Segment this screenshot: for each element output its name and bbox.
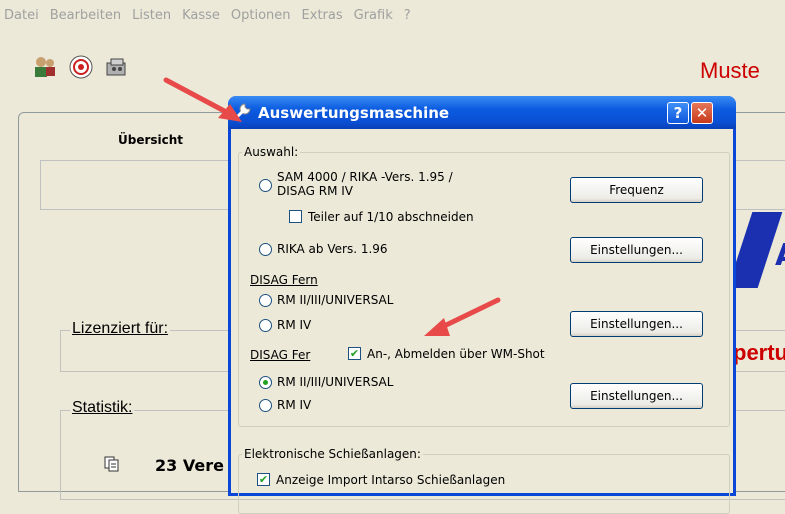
close-button[interactable]: ✕ <box>691 102 713 124</box>
disag1-rm2-radio[interactable] <box>259 294 272 307</box>
tab-uebersicht[interactable]: Übersicht <box>118 133 183 147</box>
einstellungen-button-3[interactable]: Einstellungen... <box>570 383 703 409</box>
dialog-titlebar[interactable]: Auswertungsmaschine ? ✕ <box>228 96 736 129</box>
menu-help[interactable]: ? <box>404 8 411 23</box>
teiler-label: Teiler auf 1/10 abschneiden <box>308 210 474 224</box>
sam-option[interactable]: SAM 4000 / RIKA -Vers. 1.95 / DISAG RM I… <box>259 170 453 198</box>
disag1-rm2-label: RM II/III/UNIVERSAL <box>277 293 394 307</box>
sam-radio[interactable] <box>259 179 272 192</box>
disag1-rm4-label: RM IV <box>277 318 312 332</box>
disag2-rm2-label: RM II/III/UNIVERSAL <box>277 375 394 389</box>
disag2-rm4-radio[interactable] <box>259 399 272 412</box>
disag2-opt-rm4[interactable]: RM IV <box>259 398 311 412</box>
rika-option[interactable]: RIKA ab Vers. 1.96 <box>259 242 388 256</box>
einstellungen-button-2[interactable]: Einstellungen... <box>570 311 703 337</box>
disag-fern-label-1: DISAG Fern <box>250 273 318 287</box>
auswahl-label: Auswahl: <box>242 145 301 159</box>
intarso-label: Anzeige Import Intarso Schießanlagen <box>276 473 506 487</box>
blue-fragment: A <box>775 238 785 273</box>
disag1-opt-rm2[interactable]: RM II/III/UNIVERSAL <box>259 293 393 307</box>
einstellungen-button-1-label: Einstellungen... <box>590 243 683 257</box>
intarso-checkbox[interactable]: ✔ Anzeige Import Intarso Schießanlagen <box>257 473 505 487</box>
menu-extras[interactable]: Extras <box>302 8 343 23</box>
lizenziert-label: Lizenziert für: <box>70 320 171 338</box>
rika-option-label: RIKA ab Vers. 1.96 <box>277 242 388 256</box>
lizenziert-value: pertu <box>733 340 785 365</box>
menu-grafik[interactable]: Grafik <box>354 8 393 23</box>
intarso-check-box[interactable]: ✔ <box>257 473 270 486</box>
teiler-checkbox[interactable]: Teiler auf 1/10 abschneiden <box>289 210 474 224</box>
document-icon <box>104 456 120 475</box>
menubar: Datei Bearbeiten Listen Kasse Optionen E… <box>0 0 785 30</box>
disag-fern-label-2: DISAG Fer <box>250 348 311 362</box>
disag1-rm4-radio[interactable] <box>259 319 272 332</box>
machine-icon[interactable] <box>102 52 132 82</box>
frequenz-button-label: Frequenz <box>609 183 664 197</box>
vereine-count: 23 Vere <box>155 456 224 475</box>
menu-bearbeiten[interactable]: Bearbeiten <box>50 8 121 23</box>
menu-optionen[interactable]: Optionen <box>231 8 291 23</box>
annotation-arrow-1 <box>163 77 242 122</box>
brand-title: Muste <box>700 58 760 83</box>
disag2-rm2-radio[interactable] <box>259 376 272 389</box>
einstellungen-button-3-label: Einstellungen... <box>590 389 683 403</box>
statistik-label: Statistik: <box>70 399 135 417</box>
wm-shot-check-box[interactable]: ✔ <box>348 347 361 360</box>
disag2-rm4-label: RM IV <box>277 398 312 412</box>
dialog-title: Auswertungsmaschine <box>258 103 450 122</box>
target-icon[interactable] <box>66 52 96 82</box>
sam-option-label-2: DISAG RM IV <box>277 184 353 198</box>
einstellungen-button-2-label: Einstellungen... <box>590 317 683 331</box>
sam-option-label: SAM 4000 / RIKA -Vers. 1.95 / <box>277 170 453 184</box>
menu-kasse[interactable]: Kasse <box>182 8 220 23</box>
frequenz-button[interactable]: Frequenz <box>570 177 703 203</box>
elektronische-label: Elektronische Schießanlagen: <box>242 447 423 461</box>
menu-datei[interactable]: Datei <box>4 8 39 23</box>
annotation-arrow-2 <box>424 297 501 336</box>
disag2-opt-rm2[interactable]: RM II/III/UNIVERSAL <box>259 375 393 389</box>
help-button[interactable]: ? <box>667 102 689 124</box>
einstellungen-button-1[interactable]: Einstellungen... <box>570 237 703 263</box>
disag1-opt-rm4[interactable]: RM IV <box>259 318 311 332</box>
toolbar <box>30 52 132 82</box>
menu-listen[interactable]: Listen <box>132 8 171 23</box>
rika-radio[interactable] <box>259 243 272 256</box>
people-icon[interactable] <box>30 52 60 82</box>
teiler-check-box[interactable] <box>289 210 302 223</box>
